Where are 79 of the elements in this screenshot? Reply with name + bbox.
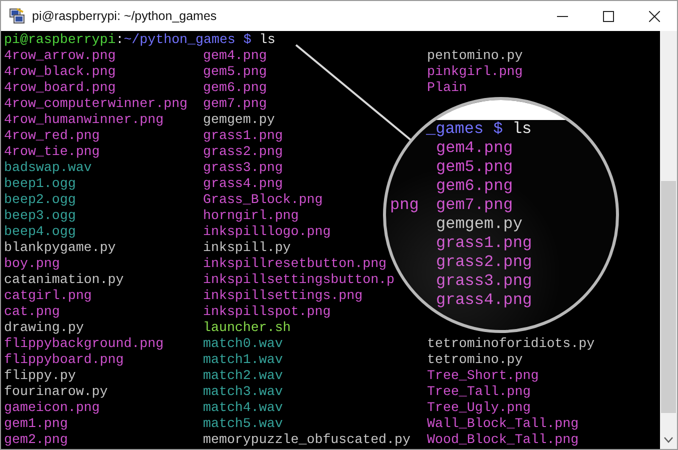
file-name: match0.wav: [203, 336, 283, 352]
file-name: inkspillsettingsbutton.p: [203, 272, 395, 288]
file-name: 4row_humanwinner.png: [4, 112, 164, 128]
file-name: drawing.py: [4, 320, 84, 336]
file-name: match1.wav: [203, 352, 283, 368]
file-name: blankpygame.py: [4, 240, 116, 256]
file-name: boy.png: [4, 256, 60, 272]
file-name: badswap.wav: [4, 160, 92, 176]
file-name: 4row_computerwinner.png: [4, 96, 188, 112]
file-name: Tree_Ugly.png: [427, 400, 531, 416]
file-name: grass4.png: [436, 291, 532, 310]
file-name: Grass_Block.png: [203, 192, 323, 208]
file-name: 4row_arrow.png: [4, 48, 116, 64]
file-name: tetrominoforidiots.py: [427, 336, 595, 352]
file-name: grass1.png: [436, 234, 532, 253]
file-name: inkspillspot.png: [203, 304, 331, 320]
file-name: fourinarow.py: [4, 384, 108, 400]
file-name: gem4.png: [203, 48, 267, 64]
file-name: Tree_Tall.png: [427, 384, 531, 400]
file-name: pentomino.py: [427, 48, 523, 64]
file-name: beep3.ogg: [4, 208, 76, 224]
prompt-line: pi@raspberrypi:~/python_games $ ls: [4, 32, 276, 48]
file-name: grass1.png: [203, 128, 283, 144]
file-name: 4row_red.png: [4, 128, 100, 144]
file-name: flippy.py: [4, 368, 76, 384]
file-name: 4row_black.png: [4, 64, 116, 80]
file-name: gemgem.py: [203, 112, 275, 128]
file-name: cat.png: [4, 304, 60, 320]
file-name: gem1.png: [4, 416, 68, 432]
file-name: grass2.png: [436, 253, 532, 272]
maximize-icon: [602, 10, 614, 22]
scrollbar-thumb[interactable]: [661, 181, 676, 413]
file-name: inkspill.py: [203, 240, 291, 256]
file-name: match3.wav: [203, 384, 283, 400]
file-name: grass4.png: [203, 176, 283, 192]
window-title: pi@raspberrypi: ~/python_games: [32, 9, 217, 23]
magnified-prompt: _games $ ls: [425, 120, 533, 139]
file-name: Wall_Block_Tall.png: [427, 416, 579, 432]
file-name: grass2.png: [203, 144, 283, 160]
file-name: inkspillsettings.png: [203, 288, 363, 304]
file-name: tetromino.py: [427, 352, 523, 368]
file-name: gemgem.py: [436, 215, 522, 234]
file-name: match2.wav: [203, 368, 283, 384]
computer-terminal-icon: [8, 7, 26, 25]
file-name: launcher.sh: [203, 320, 291, 336]
close-icon: [648, 10, 660, 22]
file-name: grass3.png: [203, 160, 283, 176]
file-name: Wood_Block_Tall.png: [427, 432, 579, 448]
file-name: gem5.png: [436, 158, 513, 177]
file-name: gem4.png: [436, 139, 513, 158]
file-name: catgirl.png: [4, 288, 92, 304]
file-name: catanimation.py: [4, 272, 124, 288]
scrollbar[interactable]: [660, 31, 677, 449]
file-name: png: [390, 196, 419, 214]
file-name: flippyboard.png: [4, 352, 124, 368]
scroll-down-icon[interactable]: [664, 437, 673, 443]
file-name: beep1.ogg: [4, 176, 76, 192]
file-name: beep2.ogg: [4, 192, 76, 208]
file-name: horngirl.png: [203, 208, 299, 224]
file-name: Plain: [427, 80, 467, 96]
file-name: pinkgirl.png: [427, 64, 523, 80]
file-name: gameicon.png: [4, 400, 100, 416]
file-name: grass3.png: [436, 272, 532, 291]
file-name: flippybackground.png: [4, 336, 164, 352]
file-name: 4row_board.png: [4, 80, 116, 96]
file-name: gem2.png: [4, 432, 68, 448]
file-name: gem6.png: [203, 80, 267, 96]
file-name: gem7.png: [203, 96, 267, 112]
file-name: match4.wav: [203, 400, 283, 416]
file-name: match5.wav: [203, 416, 283, 432]
file-name: beep4.ogg: [4, 224, 76, 240]
file-name: 4row_tie.png: [4, 144, 100, 160]
file-name: gem6.png: [436, 177, 513, 196]
file-name: Tree_Short.png: [427, 368, 539, 384]
file-name: gem5.png: [203, 64, 267, 80]
file-name: inkspillresetbutton.png: [203, 256, 387, 272]
file-name: inkspilllogo.png: [203, 224, 331, 240]
file-name: gem7.png: [436, 196, 513, 215]
file-name: memorypuzzle_obfuscated.py: [203, 432, 410, 448]
